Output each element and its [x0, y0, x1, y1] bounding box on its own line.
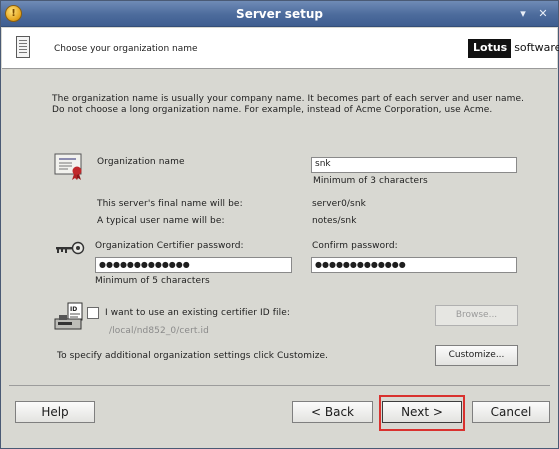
footer-divider [9, 385, 550, 386]
id-file-icon: ID [54, 302, 83, 330]
certificate-icon [54, 153, 82, 180]
certifier-password-input[interactable]: ●●●●●●●●●●●●● [95, 257, 292, 273]
final-name-value: server0/snk [312, 199, 366, 209]
document-icon [16, 36, 30, 58]
close-icon[interactable]: ✕ [536, 7, 550, 21]
final-name-label: This server's final name will be: [97, 199, 243, 209]
org-name-input[interactable]: snk [311, 157, 517, 173]
title-bar[interactable]: ! Server setup ▾ ✕ [1, 1, 558, 27]
window-title: Server setup [236, 7, 323, 21]
cancel-button[interactable]: Cancel [472, 401, 550, 423]
password-hint: Minimum of 5 characters [95, 276, 210, 286]
certifier-password-label: Organization Certifier password: [95, 241, 244, 251]
logo-software: software [514, 41, 559, 54]
back-button[interactable]: < Back [292, 401, 373, 423]
step-title: Choose your organization name [54, 44, 198, 54]
org-name-hint: Minimum of 3 characters [313, 176, 428, 186]
server-setup-window: ! Server setup ▾ ✕ Choose your organizat… [0, 0, 559, 449]
use-existing-certifier-label: I want to use an existing certifier ID f… [105, 308, 291, 318]
lotus-logo: Lotus software [468, 39, 559, 58]
certifier-path: /local/nd852_0/cert.id [109, 326, 209, 336]
browse-button[interactable]: Browse... [435, 305, 518, 326]
user-name-value: notes/snk [312, 216, 357, 226]
minimize-icon[interactable]: ▾ [516, 7, 530, 21]
use-existing-certifier-checkbox[interactable] [87, 307, 99, 319]
user-name-label: A typical user name will be: [97, 216, 225, 226]
confirm-password-label: Confirm password: [312, 241, 398, 251]
wizard-header: Choose your organization name Lotus soft… [2, 28, 559, 69]
logo-lotus: Lotus [468, 39, 512, 58]
customize-button[interactable]: Customize... [435, 345, 518, 366]
key-icon [56, 241, 85, 255]
customize-text: To specify additional organization setti… [57, 351, 329, 361]
description-line-2: Do not choose a long organization name. … [52, 105, 493, 115]
description-line-1: The organization name is usually your co… [52, 94, 525, 104]
next-button-highlight [379, 395, 465, 431]
org-name-label: Organization name [97, 157, 185, 167]
confirm-password-input[interactable]: ●●●●●●●●●●●●● [311, 257, 517, 273]
help-button[interactable]: Help [15, 401, 95, 423]
svg-text:ID: ID [70, 306, 77, 313]
